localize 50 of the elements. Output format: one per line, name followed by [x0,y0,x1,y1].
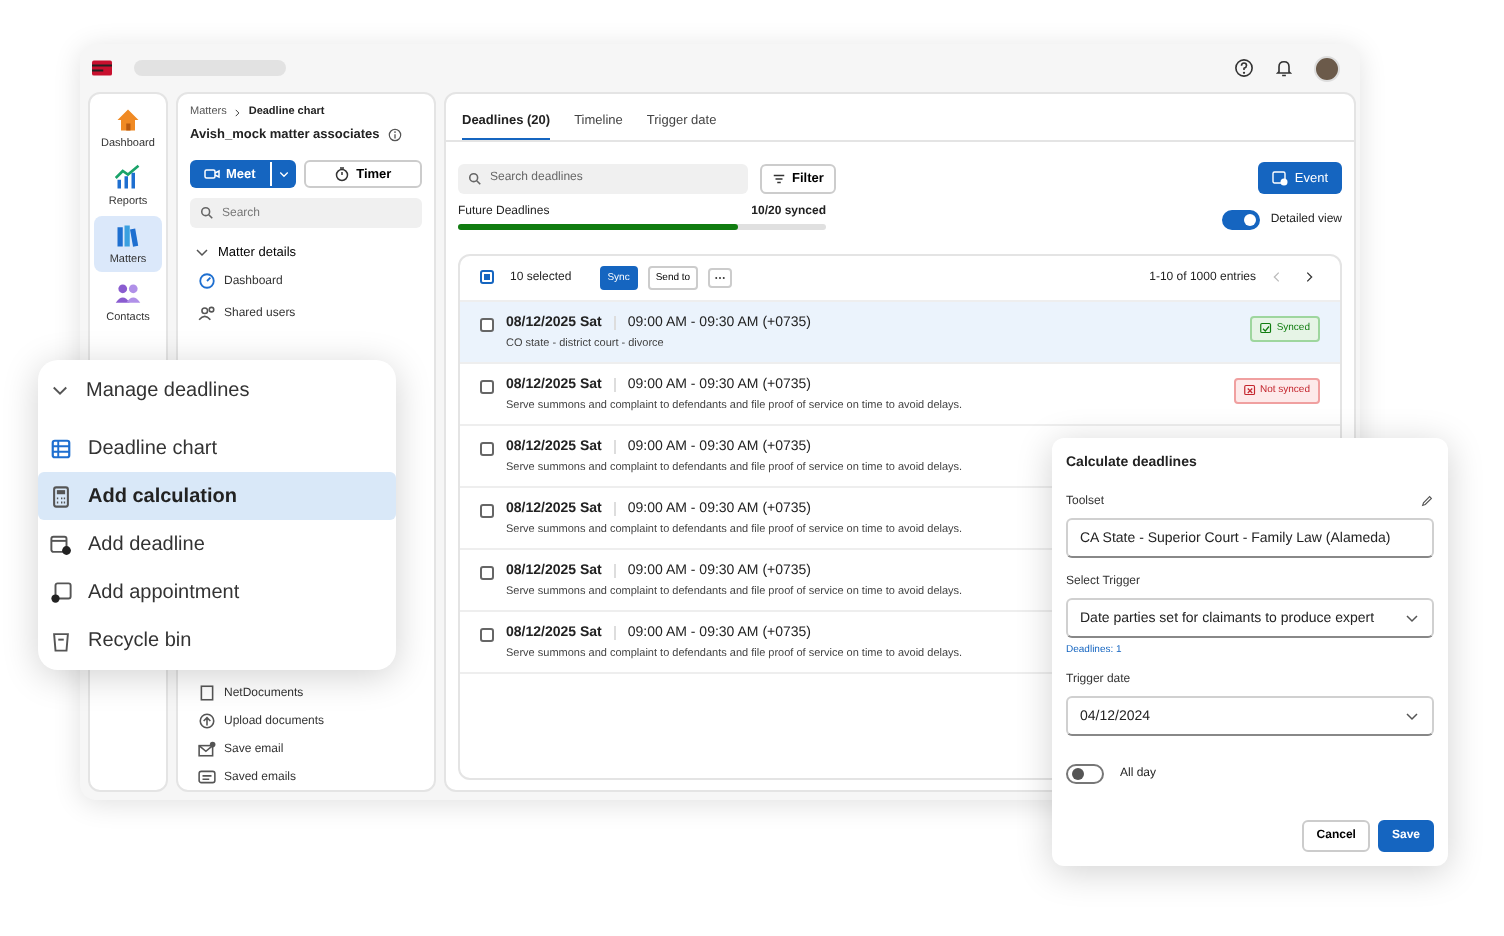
chart-icon [114,164,142,192]
caret-icon [277,168,290,180]
row-checkbox[interactable] [480,565,494,579]
search-icon [468,171,482,185]
info-icon [387,128,402,142]
stopwatch-icon [334,166,351,182]
calculator-icon [50,485,72,507]
menu-item[interactable]: Add deadline [38,520,396,568]
filter-icon [772,171,786,185]
row-checkbox[interactable] [480,627,494,641]
select-all-checkbox[interactable] [480,270,494,284]
pencil-icon [1420,494,1434,508]
help-icon [1234,58,1254,78]
chevron-down-icon [1404,610,1420,626]
row-checkbox[interactable] [480,441,494,455]
bin-icon [50,629,72,651]
menu-item[interactable]: Recycle bin [38,616,396,664]
envelope-icon [198,768,216,786]
home-icon [114,106,142,134]
toggle-switch[interactable] [1222,209,1261,229]
bell-icon [1274,58,1294,78]
menu-item[interactable]: Deadline chart [38,424,396,472]
search-icon [200,206,214,220]
avatar[interactable] [1314,55,1340,81]
row-checkbox[interactable] [480,503,494,517]
calendar-cross-icon [1243,384,1256,396]
more-button[interactable] [708,267,733,287]
row-checkbox[interactable] [480,317,494,331]
books-icon [114,222,142,250]
people-icon [114,280,142,308]
toggle-switch[interactable] [1066,764,1104,784]
video-icon [204,166,220,182]
breadcrumb-chevron-icon [232,107,243,117]
chevron-down-icon [194,244,210,260]
users-icon [198,304,216,322]
logo-icon [90,58,114,78]
gauge-icon [198,272,216,290]
calendar-check-icon [1260,322,1273,334]
chevron-right-icon [1302,270,1316,284]
table-icon [50,437,72,459]
row-checkbox[interactable] [480,379,494,393]
menu-item[interactable]: Add appointment [38,568,396,616]
chevron-down-icon [1404,708,1420,724]
envelope-icon [198,740,216,758]
menu-header[interactable]: Manage deadlines [38,372,396,408]
document-icon [198,684,216,702]
chevron-left-icon [1270,270,1284,284]
upload-icon [198,712,216,730]
menu-item[interactable]: Add calculation [38,472,396,520]
calendar-add-icon [1272,170,1289,186]
